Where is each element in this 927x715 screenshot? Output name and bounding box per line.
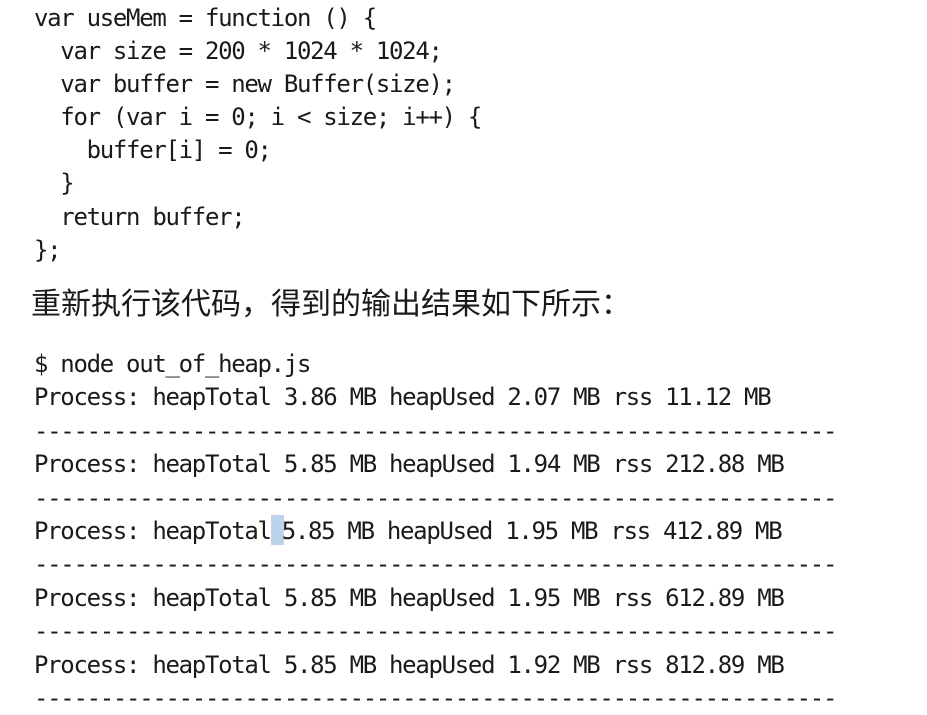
separator-line: ----------------------------------------… xyxy=(34,416,837,445)
terminal-output: $ node out_of_heap.js Process: heapTotal … xyxy=(34,348,836,715)
output-row: Process: heapTotal 5.85 MB heapUsed 1.92… xyxy=(34,650,785,679)
separator-line: ----------------------------------------… xyxy=(34,617,837,646)
output-row: Process: heapTotal 3.86 MB heapUsed 2.07… xyxy=(34,383,772,412)
code-line: } xyxy=(34,169,74,198)
body-paragraph: 重新执行该代码，得到的输出结果如下所示： xyxy=(31,287,631,322)
output-row-start: Process: heapTotal xyxy=(34,516,272,545)
code-line: var size = 200 * 1024 * 1024; xyxy=(34,37,443,66)
output-row: Process: heapTotal 5.85 MB heapUsed 1.94… xyxy=(34,450,785,479)
separator-line: ----------------------------------------… xyxy=(34,483,837,512)
separator-line: ----------------------------------------… xyxy=(34,683,837,712)
separator-line: ----------------------------------------… xyxy=(34,550,837,579)
output-row: Process: heapTotal 5.85 MB heapUsed 1.95… xyxy=(34,583,785,612)
code-line: var buffer = new Buffer(size); xyxy=(34,70,456,99)
code-line: }; xyxy=(34,235,62,264)
code-line: buffer[i] = 0; xyxy=(34,136,272,165)
output-row-with-cursor[interactable]: Process: heapTotal 5.85 MB heapUsed 1.95 … xyxy=(34,514,836,548)
code-line: return buffer; xyxy=(34,202,245,231)
code-block: var useMem = function () { var size = 20… xyxy=(34,2,482,267)
code-line: var useMem = function () { xyxy=(34,4,377,32)
output-row-end: 5.85 MB heapUsed 1.95 MB rss 412.89 MB xyxy=(281,516,783,545)
code-line: for (var i = 0; i < size; i++) { xyxy=(34,103,482,132)
command-line: $ node out_of_heap.js xyxy=(34,350,311,378)
